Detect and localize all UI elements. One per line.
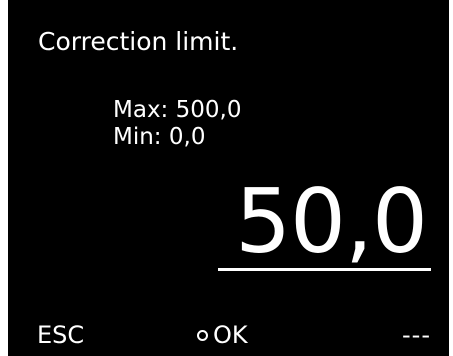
value-field[interactable]: 50,0 (235, 170, 428, 273)
esc-softkey[interactable]: ESC (37, 318, 84, 352)
ok-softkey-label: OK (213, 321, 248, 349)
screen-title: Correction limit. (38, 27, 239, 56)
display-screen: Correction limit. Max: 500,0 Min: 0,0 50… (8, 0, 449, 356)
max-limit: Max: 500,0 (113, 97, 242, 123)
value-underline (218, 268, 431, 271)
current-value: 50,0 (235, 170, 428, 273)
softkey-bar: ESC OK --- (8, 318, 449, 352)
ok-softkey[interactable]: OK (197, 318, 248, 352)
limits-info: Max: 500,0 Min: 0,0 (113, 97, 241, 151)
min-limit: Min: 0,0 (113, 124, 206, 150)
right-softkey[interactable]: --- (402, 318, 431, 352)
ring-icon (197, 329, 208, 341)
